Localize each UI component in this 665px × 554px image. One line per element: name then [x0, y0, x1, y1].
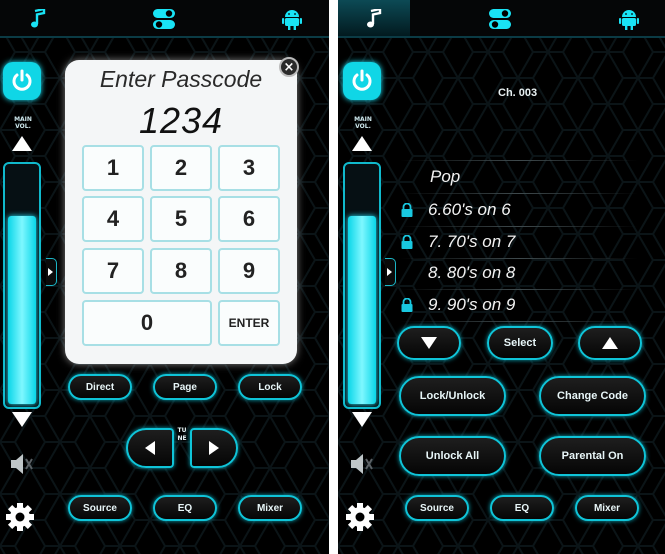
volume-level-fill — [348, 215, 376, 404]
change-code-button[interactable]: Change Code — [539, 376, 646, 416]
list-divider — [400, 289, 638, 290]
category-label: Pop — [430, 167, 461, 186]
arrow-up-icon — [602, 337, 618, 349]
key-3[interactable]: 3 — [218, 145, 280, 191]
source-button[interactable]: Source — [405, 495, 469, 521]
key-8[interactable]: 8 — [150, 248, 212, 294]
passcode-dialog: Enter Passcode 1234 1 2 3 4 5 6 7 8 9 0 … — [65, 60, 297, 364]
side-drawer-handle[interactable] — [46, 258, 57, 286]
android-robot-icon[interactable] — [276, 6, 308, 32]
channel-label: 9. 90's on 9 — [428, 295, 516, 314]
key-6[interactable]: 6 — [218, 196, 280, 242]
right-screen: MAIN VOL. Ch. 003 Pop 6.60's on 6 7. 70's… — [338, 0, 665, 554]
main-volume-slider[interactable] — [343, 162, 381, 409]
volume-down-icon[interactable] — [352, 412, 372, 427]
tune-down-button[interactable] — [126, 428, 174, 468]
tune-left-icon — [145, 441, 155, 455]
key-2[interactable]: 2 — [150, 145, 212, 191]
list-divider — [400, 321, 638, 322]
list-divider — [400, 160, 638, 161]
main-vol-label: MAIN VOL. — [354, 116, 372, 130]
key-4[interactable]: 4 — [82, 196, 144, 242]
scroll-up-button[interactable] — [578, 326, 642, 360]
lock-unlock-button[interactable]: Lock/Unlock — [399, 376, 506, 416]
volume-up-icon[interactable] — [12, 136, 32, 151]
power-icon — [352, 69, 372, 91]
channel-row[interactable]: 8. 80's on 8 — [400, 259, 638, 289]
toggle-switches-icon[interactable] — [484, 6, 516, 32]
channel-row[interactable]: 7. 70's on 7 — [400, 228, 638, 258]
parental-on-button[interactable]: Parental On — [539, 436, 646, 476]
lock-button[interactable]: Lock — [238, 374, 302, 400]
mixer-button[interactable]: Mixer — [575, 495, 639, 521]
page-button[interactable]: Page — [153, 374, 217, 400]
volume-level-fill — [8, 215, 36, 404]
main-volume-slider[interactable] — [3, 162, 41, 409]
arrow-down-icon — [421, 337, 437, 349]
tune-right-icon — [209, 441, 219, 455]
select-button[interactable]: Select — [487, 326, 553, 360]
main-vol-label: MAIN VOL. — [14, 116, 32, 130]
top-tab-bar — [338, 0, 665, 38]
power-button[interactable] — [3, 62, 41, 100]
settings-gear-icon[interactable] — [3, 500, 37, 534]
key-9[interactable]: 9 — [218, 248, 280, 294]
mixer-button[interactable]: Mixer — [238, 495, 302, 521]
close-dialog-button[interactable]: × — [279, 57, 299, 77]
channel-indicator: Ch. 003 — [498, 87, 538, 99]
unlock-all-button[interactable]: Unlock All — [399, 436, 506, 476]
channel-label: 8. 80's on 8 — [428, 263, 516, 282]
power-button[interactable] — [343, 62, 381, 100]
list-divider — [400, 193, 638, 194]
lock-icon — [401, 235, 413, 249]
sidebar: MAIN VOL. — [0, 54, 46, 554]
top-tab-bar — [0, 0, 329, 38]
key-7[interactable]: 7 — [82, 248, 144, 294]
mute-speaker-icon[interactable] — [342, 446, 378, 482]
enter-button[interactable]: ENTER — [218, 300, 280, 346]
lock-icon — [401, 203, 413, 217]
key-5[interactable]: 5 — [150, 196, 212, 242]
direct-button[interactable]: Direct — [68, 374, 132, 400]
close-icon: × — [283, 59, 295, 75]
channel-row[interactable]: 6.60's on 6 — [400, 196, 638, 226]
android-robot-icon[interactable] — [613, 6, 645, 32]
category-row: Pop — [400, 163, 638, 193]
volume-down-icon[interactable] — [12, 412, 32, 427]
channel-label: 6.60's on 6 — [428, 200, 511, 219]
lock-icon — [401, 298, 413, 312]
music-note-icon[interactable] — [358, 6, 390, 32]
key-0[interactable]: 0 — [82, 300, 212, 346]
channel-label: 7. 70's on 7 — [428, 232, 516, 251]
eq-button[interactable]: EQ — [490, 495, 554, 521]
settings-gear-icon[interactable] — [343, 500, 377, 534]
channel-row[interactable]: 9. 90's on 9 — [400, 291, 638, 321]
passcode-value: 1234 — [138, 100, 224, 141]
list-divider — [400, 226, 638, 227]
music-note-icon[interactable] — [22, 6, 54, 32]
tune-label: TUNE — [177, 427, 187, 442]
left-screen: MAIN VOL. Enter Passcode 1234 1 2 3 4 5 6… — [0, 0, 329, 554]
source-button[interactable]: Source — [68, 495, 132, 521]
scroll-down-button[interactable] — [397, 326, 461, 360]
toggle-switches-icon[interactable] — [148, 6, 180, 32]
mute-speaker-icon[interactable] — [2, 446, 38, 482]
passcode-title: Enter Passcode — [99, 66, 263, 92]
tune-up-button[interactable] — [190, 428, 238, 468]
key-1[interactable]: 1 — [82, 145, 144, 191]
volume-up-icon[interactable] — [352, 136, 372, 151]
power-icon — [12, 69, 32, 91]
eq-button[interactable]: EQ — [153, 495, 217, 521]
side-drawer-handle[interactable] — [385, 258, 396, 286]
sidebar: MAIN VOL. — [338, 54, 384, 554]
